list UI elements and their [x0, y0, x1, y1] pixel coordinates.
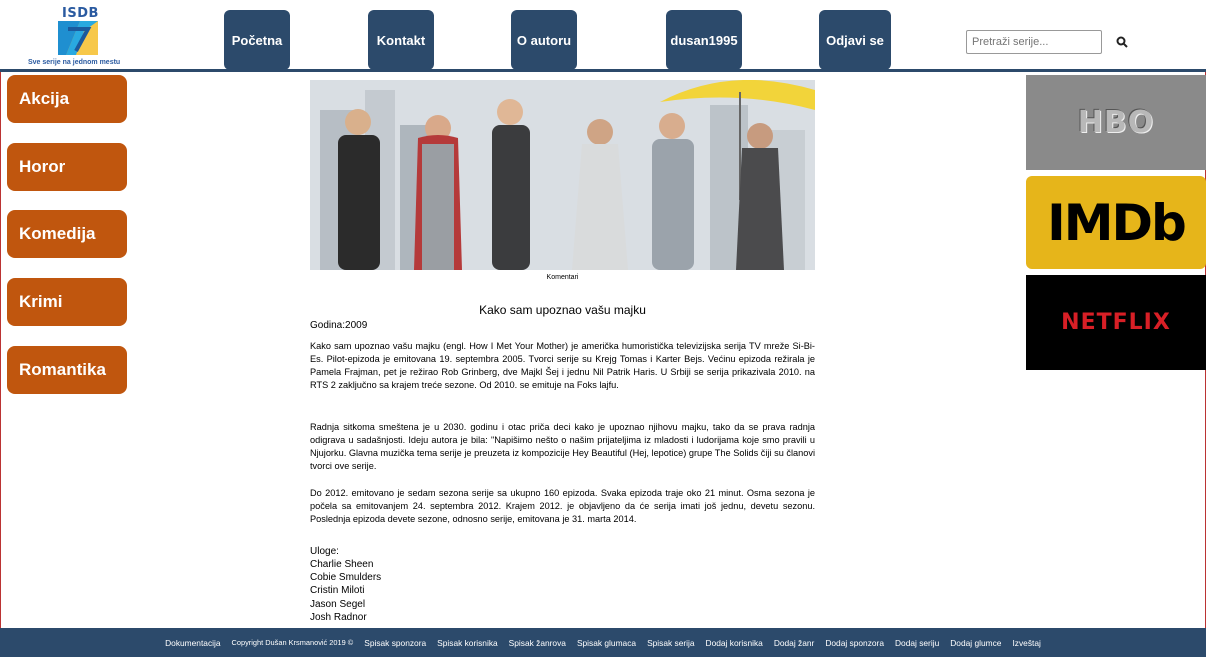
- logo-mark-icon: [58, 21, 98, 55]
- nav-kontakt[interactable]: Kontakt: [368, 10, 434, 70]
- category-horor[interactable]: Horor: [7, 143, 127, 191]
- footer-link-spisak-sponzora[interactable]: Spisak sponzora: [364, 638, 426, 648]
- sponsor-imdb-logo[interactable]: IMDb: [1026, 176, 1206, 269]
- site-logo[interactable]: ISDB Sve serije na jednom mestu: [28, 6, 132, 68]
- cast-member: Cristin Miloti: [310, 585, 365, 596]
- footer-link-dodaj-zanr[interactable]: Dodaj žanr: [774, 638, 815, 648]
- nav-pocetna[interactable]: Početna: [224, 10, 290, 70]
- footer-link-spisak-serija[interactable]: Spisak serija: [647, 638, 694, 648]
- cast-label: Uloge:: [310, 546, 339, 557]
- site-header: ISDB Sve serije na jednom mestu Početna …: [0, 0, 1206, 72]
- imdb-logo-text: IMDb: [1047, 193, 1187, 252]
- series-title: Kako sam upoznao vašu majku: [479, 303, 646, 317]
- series-year: Godina:2009: [310, 320, 368, 331]
- search-icon[interactable]: [1116, 36, 1128, 48]
- footer-link-dokumentacija[interactable]: Dokumentacija: [165, 638, 220, 648]
- series-poster-art: [310, 80, 815, 270]
- nav-odjavi-se[interactable]: Odjavi se: [819, 10, 891, 70]
- sponsor-netflix-logo[interactable]: NETFLIX: [1026, 275, 1206, 370]
- category-akcija[interactable]: Akcija: [7, 75, 127, 123]
- nav-o-autoru[interactable]: O autoru: [511, 10, 577, 70]
- footer-link-dodaj-korisnika[interactable]: Dodaj korisnika: [706, 638, 763, 648]
- site-footer: Dokumentacija Copyright Dušan Krsmanović…: [0, 628, 1206, 657]
- logo-tagline: Sve serije na jednom mestu: [28, 59, 121, 66]
- nav-user[interactable]: dusan1995: [666, 10, 742, 70]
- cast-member: Jason Segel: [310, 599, 366, 610]
- footer-link-spisak-korisnika[interactable]: Spisak korisnika: [437, 638, 498, 648]
- logo-text: ISDB: [62, 6, 99, 21]
- category-romantika[interactable]: Romantika: [7, 346, 127, 394]
- description-paragraph-3: Do 2012. emitovano je sedam sezona serij…: [310, 488, 815, 524]
- description-paragraph-2: Radnja sitkoma smeštena je u 2030. godin…: [310, 422, 815, 471]
- category-komedija[interactable]: Komedija: [7, 210, 127, 258]
- footer-copyright: Copyright Dušan Krsmanović 2019 ©: [231, 638, 354, 647]
- footer-link-dodaj-glumce[interactable]: Dodaj glumce: [950, 638, 1001, 648]
- footer-link-spisak-glumaca[interactable]: Spisak glumaca: [577, 638, 636, 648]
- footer-link-spisak-zanrova[interactable]: Spisak žanrova: [509, 638, 566, 648]
- category-krimi[interactable]: Krimi: [7, 278, 127, 326]
- footer-link-dodaj-sponzora[interactable]: Dodaj sponzora: [825, 638, 884, 648]
- footer-link-izvestaj[interactable]: Izveštaj: [1012, 638, 1040, 648]
- search-input[interactable]: [966, 30, 1102, 54]
- sponsor-hbo-logo[interactable]: HBO: [1026, 75, 1206, 170]
- hbo-logo-text: HBO: [1077, 105, 1155, 140]
- description-paragraph-1: Kako sam upoznao vašu majku (engl. How I…: [310, 341, 815, 390]
- cast-member: Josh Radnor: [310, 612, 367, 623]
- footer-link-dodaj-seriju[interactable]: Dodaj seriju: [895, 638, 939, 648]
- cast-member: Cobie Smulders: [310, 572, 382, 583]
- cast-member: Charlie Sheen: [310, 559, 374, 570]
- netflix-logo-text: NETFLIX: [1061, 310, 1171, 335]
- image-caption: Komentari: [546, 274, 579, 281]
- series-poster-image: [310, 80, 815, 270]
